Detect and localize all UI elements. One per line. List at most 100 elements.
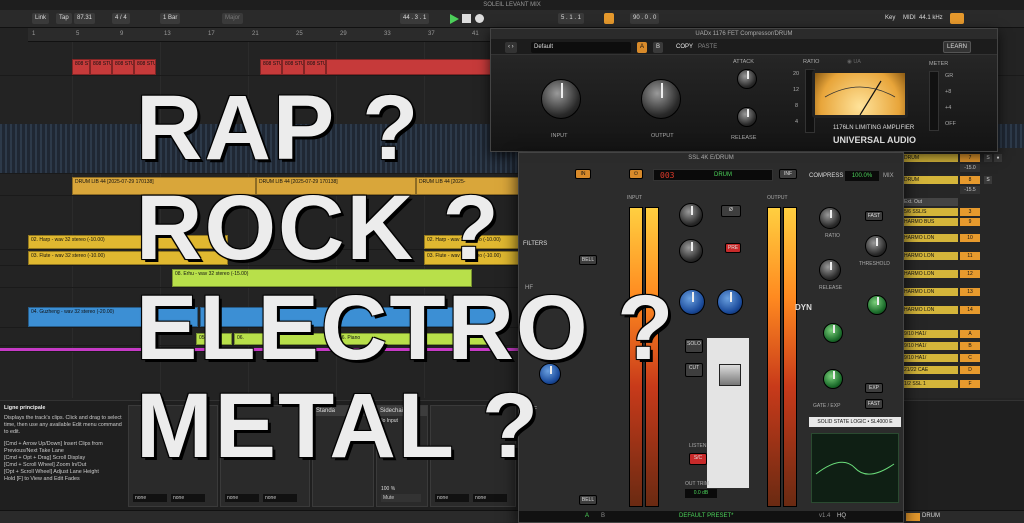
phase-button[interactable]: Ø [721,205,741,217]
track-number[interactable]: 3 [960,208,980,216]
track-output[interactable]: DRUM [902,176,958,184]
mixer-row[interactable]: HARMO LON 14 [900,306,1024,315]
compress-mix-value[interactable]: 100.0% [845,171,879,181]
track-number[interactable]: F [960,380,980,388]
arm-button[interactable]: ● [994,154,1002,162]
clip-808[interactable]: 808 STU [112,59,134,75]
input-knob[interactable] [541,79,581,119]
pre-button[interactable]: PRE [725,243,741,253]
mixer-row[interactable]: -15.5 [900,186,1024,195]
routing-select[interactable]: none [263,494,297,502]
track-number[interactable]: D [960,366,980,374]
release-knob[interactable] [819,259,841,281]
power-icon[interactable]: ⏻ [629,169,643,179]
track-output[interactable]: DRUM [902,154,958,162]
track-output[interactable]: 1/2 SSL 1 [902,380,958,388]
gate-range-knob[interactable] [823,323,843,343]
key-select[interactable]: Major [222,13,244,24]
track-output[interactable]: 9/10 HA1/ [902,330,958,338]
copy-button[interactable]: COPY [673,42,696,53]
fader-cap[interactable] [719,364,741,386]
signature-field[interactable]: 4 / 4 [112,13,130,24]
mixer-row[interactable]: HARMO BUS 9 [900,218,1024,227]
learn-button[interactable]: LEARN [943,41,972,53]
track-output[interactable]: 9/10 HA1/ [902,342,958,350]
ratio-knob[interactable] [819,207,841,229]
routing-select[interactable]: none [225,494,259,502]
compare-a[interactable]: A [585,513,589,519]
preset-select[interactable]: Default [531,42,631,53]
loop-length-field[interactable]: 90 . 0 . 0 [630,13,660,24]
track-number[interactable]: 7 [960,154,980,162]
bell-button-2[interactable]: BELL [579,495,597,505]
compare-a-button[interactable]: A [637,42,648,53]
hf-gain-knob[interactable] [679,239,703,263]
mixer-row[interactable]: HARMO LON 13 [900,288,1024,297]
mixer-row[interactable]: Ext. Out [900,198,1024,207]
track-number[interactable]: 8 [960,176,980,184]
routing-select[interactable]: none [171,494,205,502]
mixer-row[interactable]: -15.0 [900,164,1024,173]
fast-gate-button[interactable]: FAST [865,399,883,409]
track-volume[interactable]: -15.0 [960,164,980,172]
record-icon[interactable] [475,14,484,23]
lmf-q-knob[interactable] [717,289,743,315]
track-output[interactable]: HARMO LON [902,252,958,260]
release-knob[interactable] [737,107,757,127]
routing-select[interactable]: none [133,494,167,502]
gate-release-knob[interactable] [823,369,843,389]
track-number[interactable]: A [960,330,980,338]
fader-track[interactable] [707,338,749,488]
solo-button[interactable]: S [984,154,992,162]
solo-button[interactable]: S [984,176,992,184]
lmf-knob[interactable] [679,289,705,315]
mixer-row[interactable]: DRUM 8 S [900,176,1024,185]
track-output[interactable]: HARMO LON [902,288,958,296]
attack-knob[interactable] [737,69,757,89]
mixer-row[interactable]: HARMO LON 12 [900,270,1024,279]
track-output[interactable]: 9/10 HA1/ [902,354,958,362]
eq-curve-display[interactable] [811,433,899,503]
track-volume[interactable]: -15.5 [960,186,980,194]
solo-button[interactable]: SOLO [685,339,703,353]
paste-button[interactable]: PASTE [695,42,720,53]
loop-start-field[interactable]: 5 . 1 . 1 [558,13,585,24]
clip-808[interactable]: 808 STU [72,59,90,75]
clip-808[interactable]: 808 STU [282,59,304,75]
routing-select[interactable]: none [473,494,507,502]
tempo-field[interactable]: 87.31 [74,13,96,24]
out-trim-value[interactable]: 0.0 dB [685,489,717,498]
track-output[interactable]: 21/22 CAE [902,366,958,374]
track-number[interactable]: C [960,354,980,362]
ssl-in-button[interactable]: IN [575,169,591,179]
track-number[interactable]: 14 [960,306,980,314]
mixer-row[interactable]: 5/6 SSL/S 3 [900,208,1024,217]
meter-buttons[interactable] [929,71,939,131]
track-output[interactable]: Ext. Out [902,198,958,206]
input-gain-knob[interactable] [679,203,703,227]
fast-button[interactable]: FAST [865,211,883,221]
mixer-row[interactable]: 21/22 CAE D [900,366,1024,375]
track-number[interactable]: 9 [960,218,980,226]
link-button[interactable]: Link [32,13,50,24]
chevron-icon[interactable]: ‹ › [505,42,517,53]
play-icon[interactable] [450,14,459,24]
mixer-row[interactable]: 1/2 SSL 1 F [900,380,1024,389]
ssl-bypass-button[interactable]: INF [779,169,797,179]
tap-button[interactable]: Tap [56,13,72,24]
sidechain-amount[interactable]: 100 % [381,486,395,492]
track-number[interactable]: 10 [960,234,980,242]
track-number[interactable]: 13 [960,288,980,296]
track-output[interactable]: HARMO LON [902,234,958,242]
sidechain-button[interactable]: S/C [689,453,707,465]
compare-b[interactable]: B [601,513,605,519]
mixer-row[interactable]: HARMO LON 11 [900,252,1024,261]
exp-button[interactable]: EXP [865,383,883,393]
track-output[interactable]: 5/6 SSL/S [902,208,958,216]
mixer-row[interactable]: 9/10 HA1/ A [900,330,1024,339]
track-output[interactable]: HARMO LON [902,270,958,278]
stop-icon[interactable] [462,14,471,23]
mixer-row[interactable]: HARMO LON 10 [900,234,1024,243]
compare-b-button[interactable]: B [653,42,664,53]
track-number[interactable]: 12 [960,270,980,278]
